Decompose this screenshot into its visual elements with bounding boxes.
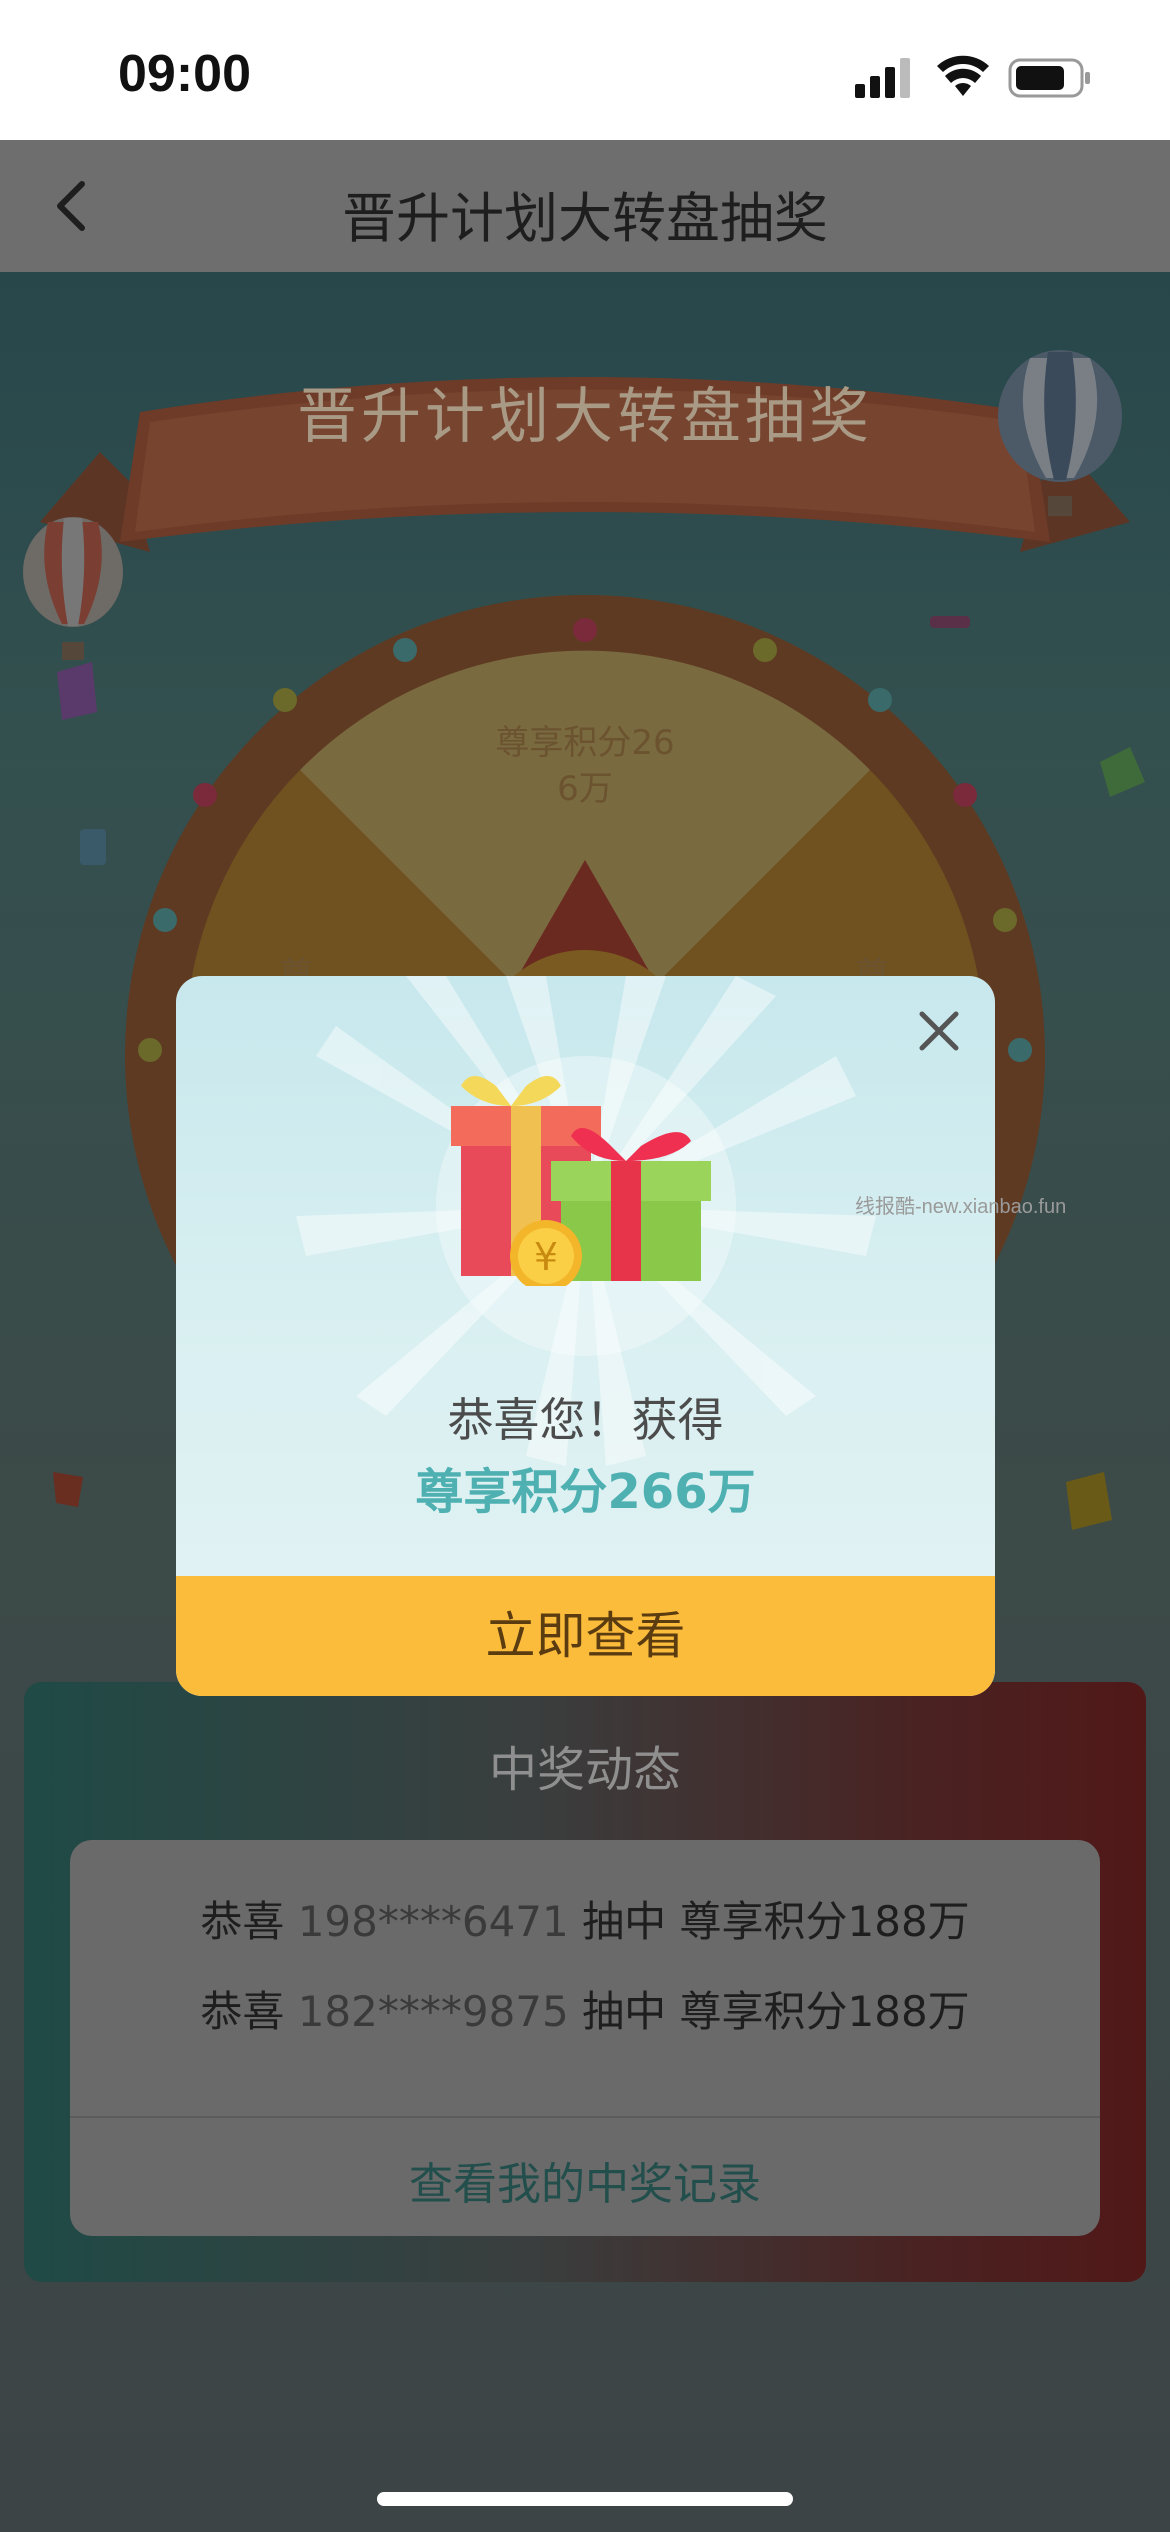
congrats-text: 恭喜您！获得 [447, 1393, 724, 1447]
winners-card: 恭喜 198****6471 抽中 尊享积分188万 恭喜 182****987… [70, 1840, 1100, 2236]
view-now-button[interactable]: 立即查看 [176, 1576, 995, 1696]
divider [70, 2116, 1100, 2118]
watermark: 线报酷-new.xianbao.fun [855, 1196, 1067, 1218]
confetti-icon [930, 616, 970, 628]
confetti-icon [1066, 1472, 1112, 1530]
winner-row: 恭喜 182****9875 抽中 尊享积分188万 [200, 1987, 970, 2036]
wifi-icon [937, 55, 989, 96]
my-records-link[interactable]: 查看我的中奖记录 [70, 2148, 1100, 2212]
battery-icon [1008, 58, 1090, 98]
page-title: 晋升计划大转盘抽奖 [342, 187, 828, 250]
cellular-signal-icon [855, 58, 910, 98]
confetti-icon [1100, 747, 1145, 797]
status-time: 09:00 [118, 45, 251, 103]
gift-box-icon: ¥ [451, 1076, 711, 1286]
wheel-segment-label: 尊享积分26 6万 [495, 723, 675, 809]
nav-bar: 晋升计划大转盘抽奖 [0, 140, 1170, 272]
hot-air-balloon-icon [998, 350, 1122, 516]
home-indicator[interactable] [377, 2492, 793, 2506]
winners-title: 中奖动态 [488, 1742, 681, 1798]
svg-text:¥: ¥ [534, 1235, 558, 1279]
winners-panel: 中奖动态 恭喜 198****6471 抽中 尊享积分188万 恭喜 182**… [24, 1682, 1146, 2282]
confetti-icon [53, 1472, 83, 1507]
prize-text: 尊享积分266万 [415, 1464, 756, 1520]
close-icon[interactable] [916, 1008, 962, 1054]
prize-modal: ¥ 恭喜您！获得 尊享积分266万 立即查看 [176, 976, 995, 1696]
hot-air-balloon-icon [23, 517, 123, 660]
confetti-icon [57, 662, 97, 720]
status-bar: 09:00 [0, 0, 1170, 140]
winner-row: 恭喜 198****6471 抽中 尊享积分188万 [200, 1897, 970, 1946]
confetti-icon [80, 829, 106, 865]
